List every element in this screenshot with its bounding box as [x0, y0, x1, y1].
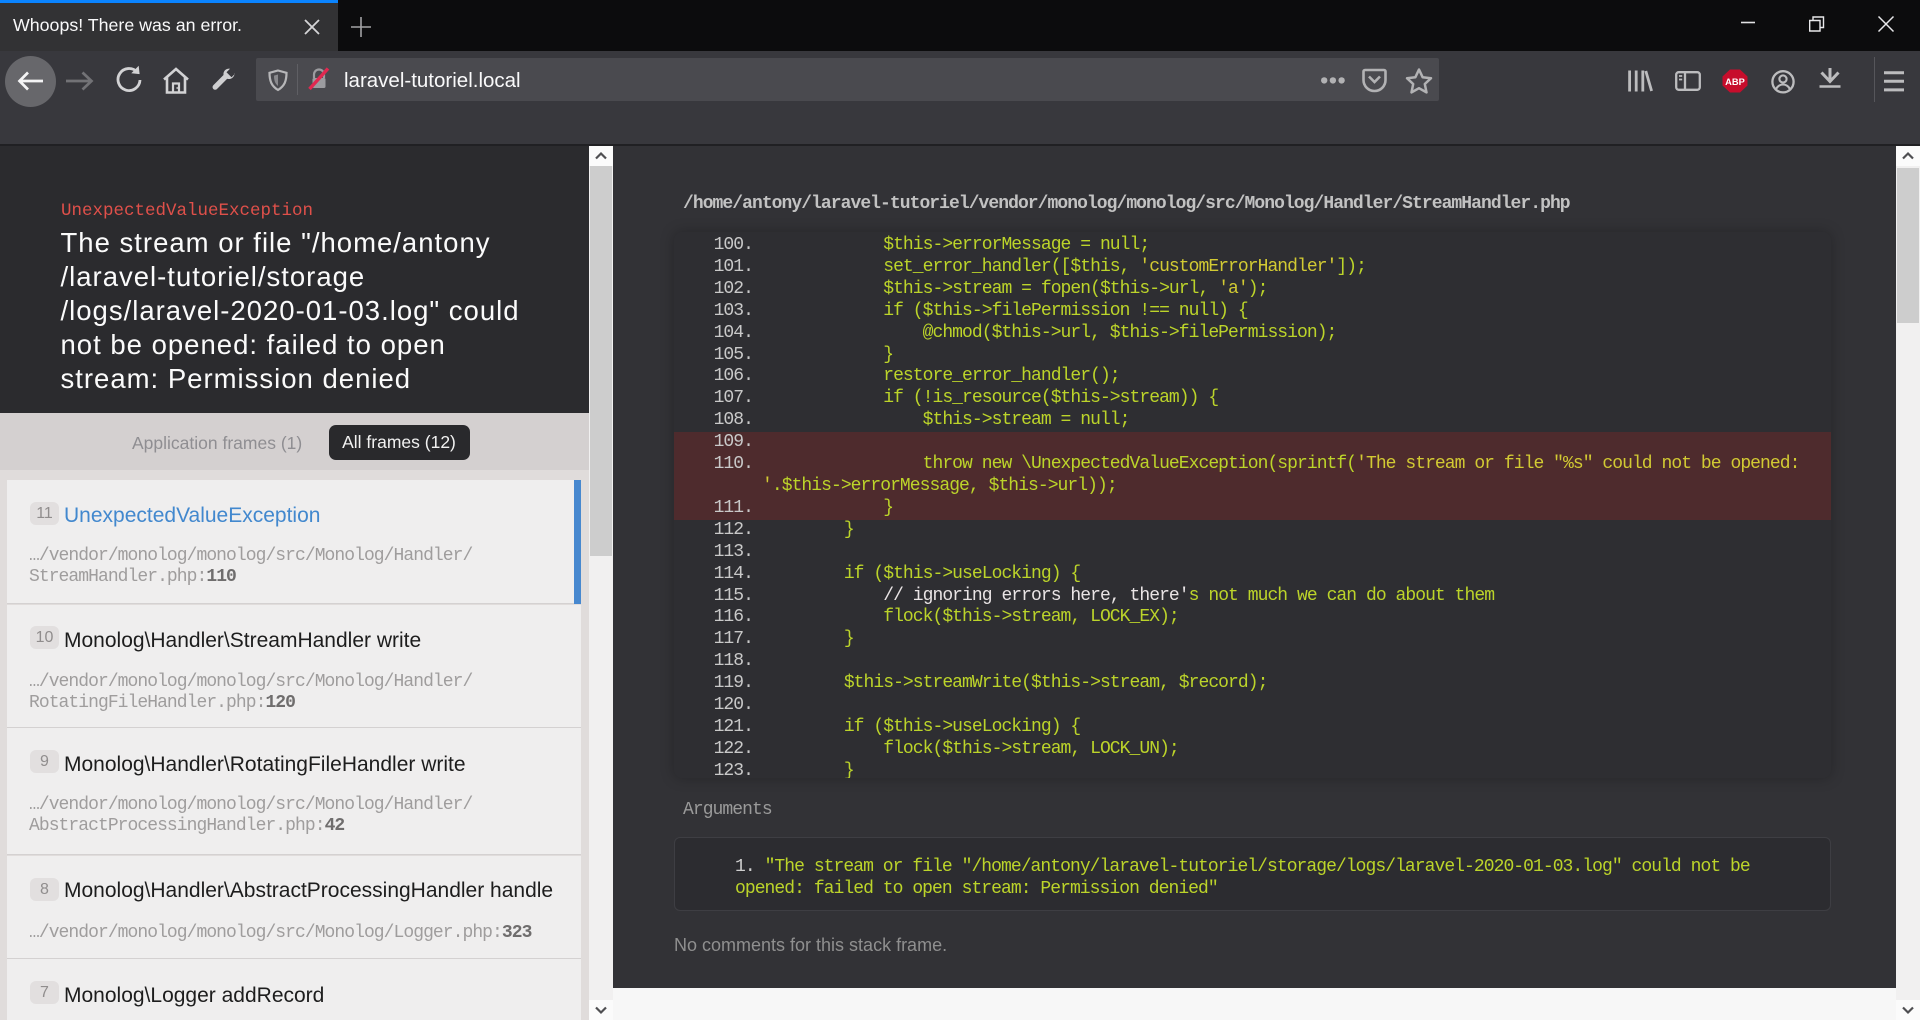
- svg-text:ABP: ABP: [1725, 76, 1745, 86]
